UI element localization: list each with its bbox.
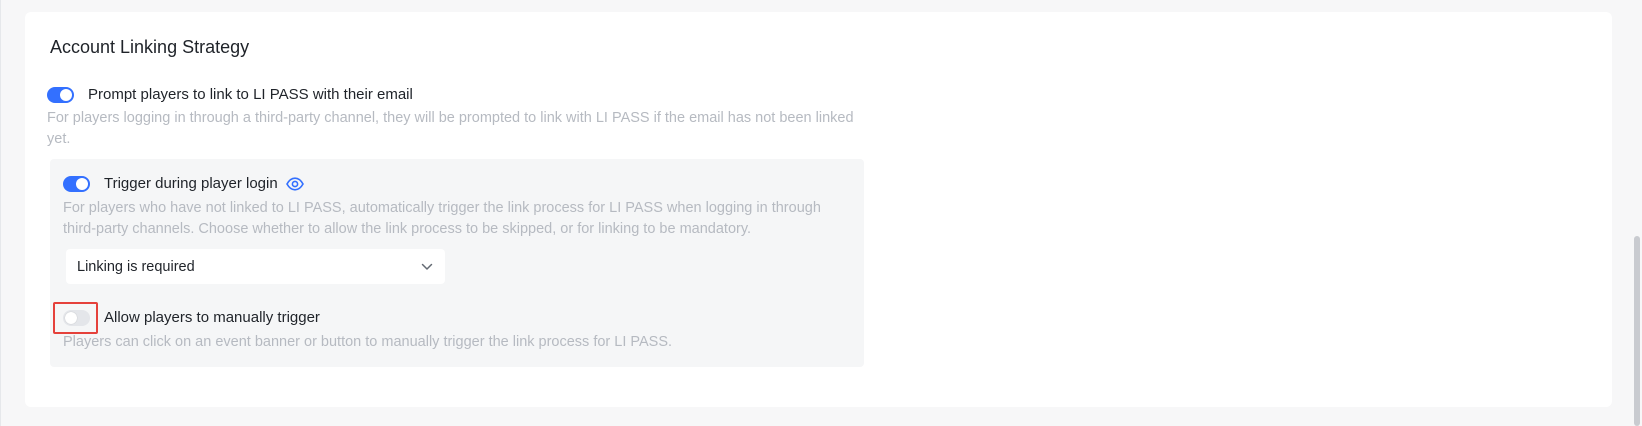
chevron-down-icon [421,258,433,276]
prompt-email-description-line2: yet. [47,131,71,147]
page-left-border [0,0,1,426]
account-linking-card: Account Linking Strategy Prompt players … [25,12,1612,407]
section-title: Account Linking Strategy [50,37,250,57]
trigger-login-description-line1: For players who have not linked to LI PA… [63,200,821,216]
manual-trigger-row: Allow players to manually trigger [63,309,320,326]
linking-mode-select-value: Linking is required [77,258,195,275]
trigger-login-description: For players who have not linked to LI PA… [63,198,821,240]
trigger-login-description-line2: third-party channels. Choose whether to … [63,221,752,237]
prompt-email-description-line1: For players logging in through a third-p… [47,110,854,126]
manual-trigger-description: Players can click on an event banner or … [63,334,673,350]
manual-trigger-label: Allow players to manually trigger [104,309,320,326]
eye-icon[interactable] [285,176,304,191]
trigger-login-label: Trigger during player login [104,175,278,192]
prompt-email-description: For players logging in through a third-p… [47,108,854,150]
manual-trigger-toggle[interactable] [63,309,90,326]
prompt-email-label: Prompt players to link to LI PASS with t… [88,86,413,103]
trigger-login-toggle[interactable] [63,175,90,192]
prompt-email-toggle[interactable] [47,86,74,103]
vertical-scrollbar[interactable] [1634,236,1640,426]
prompt-email-row: Prompt players to link to LI PASS with t… [47,86,413,103]
linking-mode-select[interactable]: Linking is required [66,249,445,284]
trigger-login-row: Trigger during player login [63,175,304,192]
